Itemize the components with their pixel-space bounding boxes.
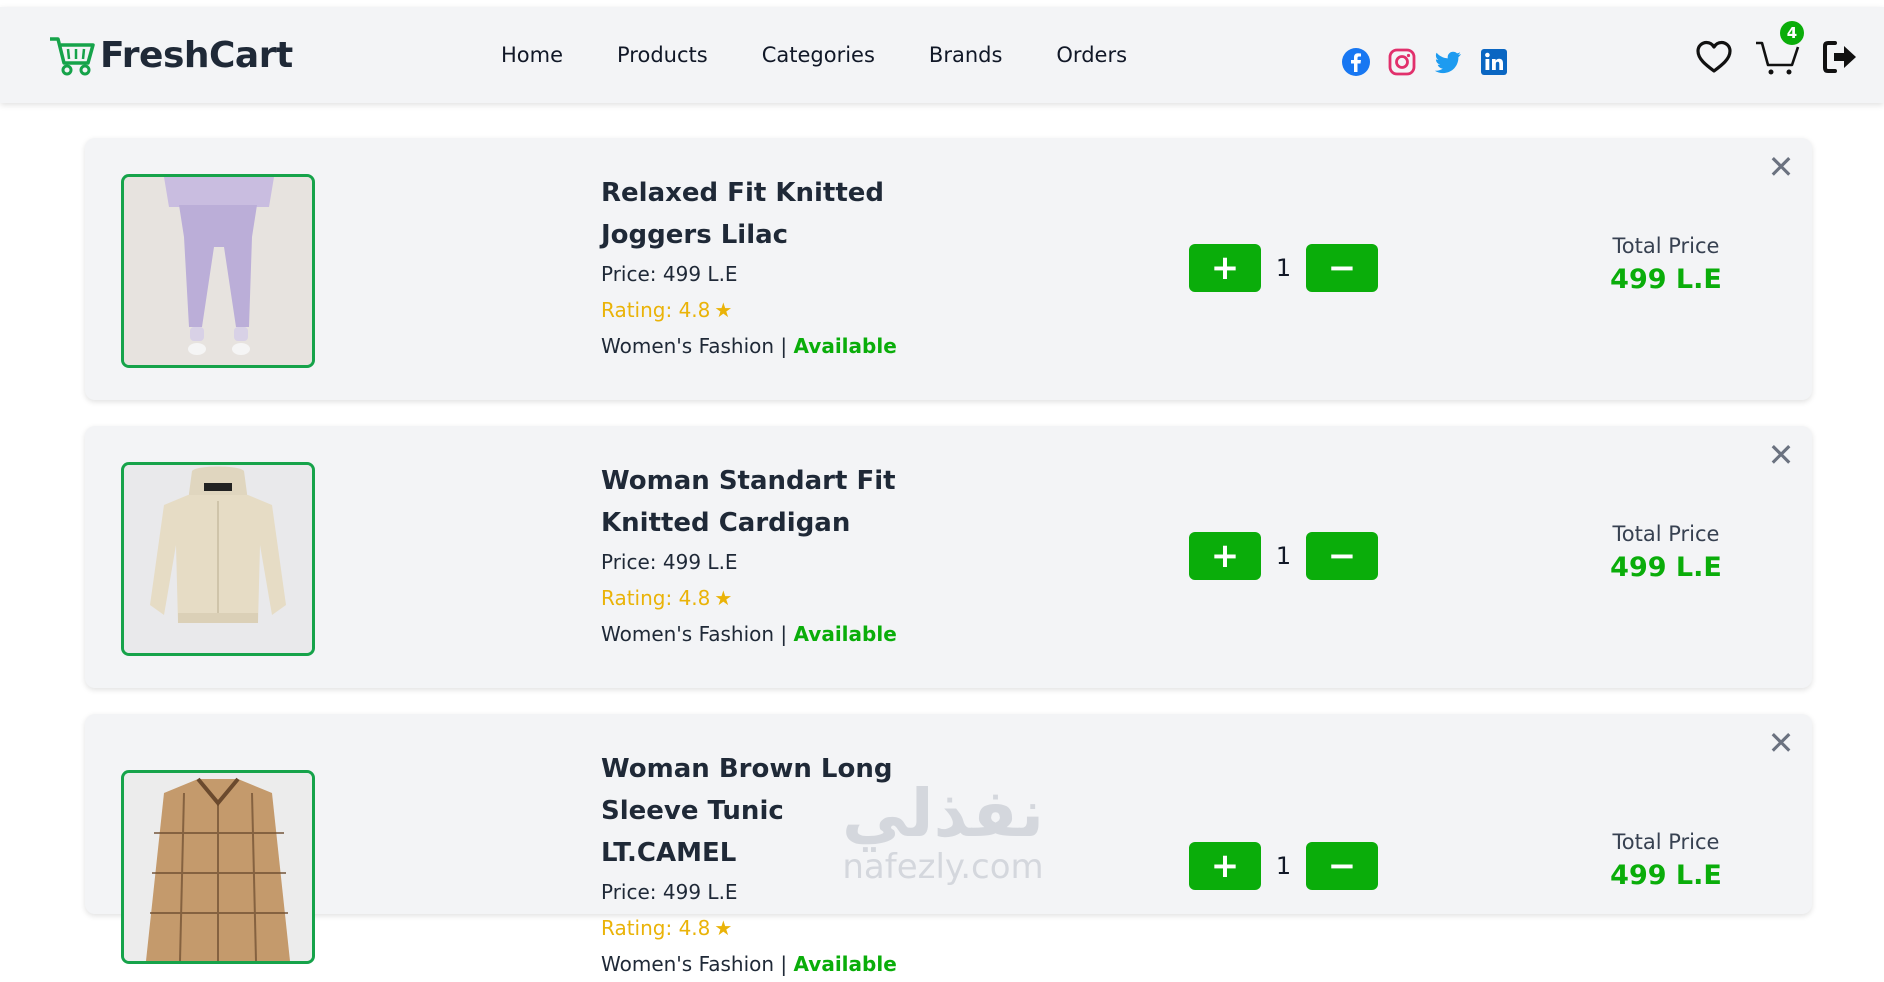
total-price-label: Total Price [1612,522,1720,546]
price-value: 499 L.E [662,550,738,574]
header-actions: 4 [1694,21,1880,77]
nav-link-home[interactable]: Home [501,43,563,67]
twitter-icon[interactable] [1433,47,1463,77]
total-price: Total Price 499 L.E [1566,830,1766,891]
category-label: Women's Fashion | [601,952,788,976]
product-price: Price: 499 L.E [601,256,1001,292]
watermark: نفذلي nafezly.com [836,778,1050,895]
product-title[interactable]: Knitted Cardigan [601,502,1001,544]
quantity-value: 1 [1275,852,1292,880]
star-icon: ★ [714,298,733,322]
product-price: Price: 499 L.E [601,544,1001,580]
increase-quantity-button[interactable]: + [1189,532,1261,580]
product-info: Woman Standart Fit Knitted Cardigan Pric… [601,460,1001,652]
brand-logo[interactable]: FreshCart [48,33,293,77]
joggers-image [124,177,312,365]
tunic-image [124,773,312,961]
remove-item-button[interactable]: ✕ [1766,727,1796,759]
category-label: Women's Fashion | [601,622,788,646]
product-category: Women's Fashion | Available [601,946,1001,982]
product-image[interactable] [121,174,315,368]
product-rating: Rating: 4.8 ★ [601,910,1001,946]
social-links [1341,47,1525,77]
watermark-arabic: نفذلي [842,775,1044,852]
rating-label: Rating: 4.8 [601,586,711,610]
facebook-icon[interactable] [1341,47,1371,77]
product-title[interactable]: Joggers Lilac [601,214,1001,256]
nav-link-products[interactable]: Products [617,43,708,67]
navbar: FreshCart Home Products Categories Brand… [0,7,1884,103]
rating-label: Rating: 4.8 [601,916,711,940]
nav-link-orders[interactable]: Orders [1056,43,1127,67]
availability-status: Available [793,334,897,358]
decrease-quantity-button[interactable]: − [1306,842,1378,890]
price-label: Price: [601,880,657,904]
increase-quantity-button[interactable]: + [1189,244,1261,292]
quantity-value: 1 [1275,542,1292,570]
total-price: Total Price 499 L.E [1566,234,1766,295]
price-value: 499 L.E [662,880,738,904]
quantity-stepper: + 1 − [1189,244,1378,292]
cart-count-badge: 4 [1780,21,1804,45]
product-info: Relaxed Fit Knitted Joggers Lilac Price:… [601,172,1001,364]
quantity-stepper: + 1 − [1189,532,1378,580]
price-label: Price: [601,550,657,574]
linkedin-icon[interactable] [1479,47,1509,77]
price-label: Price: [601,262,657,286]
cart-item: Relaxed Fit Knitted Joggers Lilac Price:… [85,138,1812,400]
nav-link-brands[interactable]: Brands [929,43,1003,67]
remove-item-button[interactable]: ✕ [1766,439,1796,471]
remove-item-button[interactable]: ✕ [1766,151,1796,183]
product-category: Women's Fashion | Available [601,616,1001,652]
logout-icon[interactable] [1820,37,1860,77]
product-rating: Rating: 4.8 ★ [601,580,1001,616]
nav-link-categories[interactable]: Categories [762,43,875,67]
cart-logo-icon [50,37,95,76]
price-value: 499 L.E [662,262,738,286]
availability-status: Available [793,952,897,976]
quantity-stepper: + 1 − [1189,842,1378,890]
product-image[interactable] [121,462,315,656]
star-icon: ★ [714,586,733,610]
decrease-quantity-button[interactable]: − [1306,244,1378,292]
heart-icon[interactable] [1694,37,1734,77]
total-price-value: 499 L.E [1610,860,1722,891]
nav-links: Home Products Categories Brands Orders [501,43,1181,67]
rating-label: Rating: 4.8 [601,298,711,322]
total-price-label: Total Price [1612,830,1720,854]
brand-name: FreshCart [100,34,293,76]
product-rating: Rating: 4.8 ★ [601,292,1001,328]
quantity-value: 1 [1275,254,1292,282]
total-price-label: Total Price [1612,234,1720,258]
increase-quantity-button[interactable]: + [1189,842,1261,890]
star-icon: ★ [714,916,733,940]
watermark-latin: nafezly.com [842,847,1044,887]
product-category: Women's Fashion | Available [601,328,1001,364]
product-title[interactable]: Woman Standart Fit [601,460,1001,502]
product-image[interactable] [121,770,315,964]
total-price-value: 499 L.E [1610,264,1722,295]
availability-status: Available [793,622,897,646]
total-price-value: 499 L.E [1610,552,1722,583]
product-title[interactable]: Relaxed Fit Knitted [601,172,1001,214]
category-label: Women's Fashion | [601,334,788,358]
total-price: Total Price 499 L.E [1566,522,1766,583]
cardigan-image [124,465,312,653]
instagram-icon[interactable] [1387,47,1417,77]
decrease-quantity-button[interactable]: − [1306,532,1378,580]
cart-item: Woman Standart Fit Knitted Cardigan Pric… [85,426,1812,688]
